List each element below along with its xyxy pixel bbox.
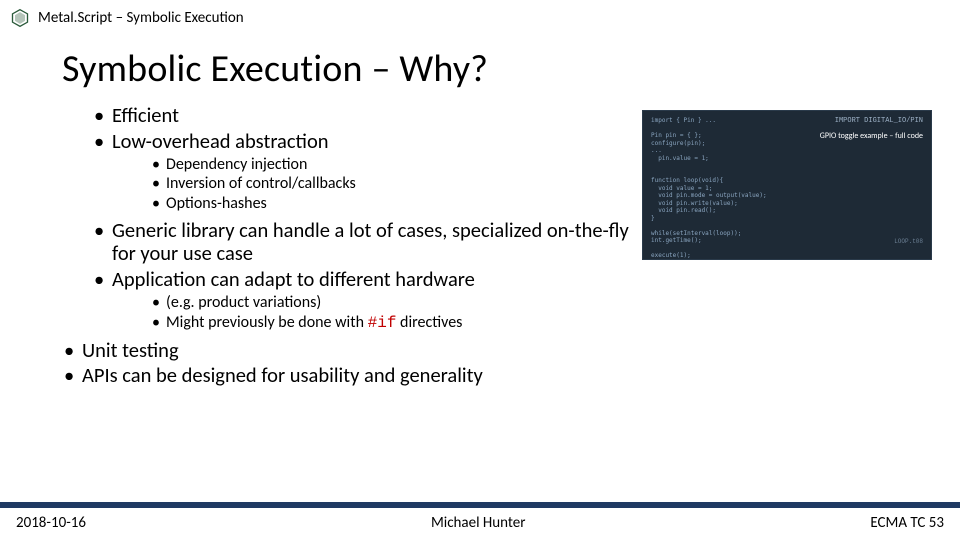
- inline-code: #if: [368, 314, 397, 332]
- bullet-sublist: Dependency injection Inversion of contro…: [152, 155, 634, 213]
- bullet-item: Efficient: [94, 104, 634, 128]
- bullet-subitem: Inversion of control/callbacks: [152, 174, 634, 193]
- footer-rule: [0, 502, 960, 508]
- code-thumb-header: IMPORT DIGITAL_IO/PIN: [835, 117, 923, 126]
- slide: Metal.Script – Symbolic Execution Symbol…: [0, 0, 960, 540]
- bullet-subitem: (e.g. product variations): [152, 293, 634, 312]
- bullet-subitem-text: directives: [396, 313, 462, 332]
- slide-header: Metal.Script – Symbolic Execution: [0, 0, 960, 28]
- slide-title: Symbolic Execution – Why?: [0, 28, 960, 104]
- bullet-subitem: Options-hashes: [152, 194, 634, 213]
- bullet-item: Low-overhead abstraction: [94, 130, 634, 154]
- code-thumb-tag: LOOP.t08: [894, 238, 923, 246]
- bullet-column: Efficient Low-overhead abstraction Depen…: [94, 104, 634, 390]
- footer-author: Michael Hunter: [86, 514, 870, 532]
- footer-date: 2018-10-16: [16, 514, 86, 532]
- bullet-subitem: Dependency injection: [152, 155, 634, 174]
- bullet-item: APIs can be designed for usability and g…: [64, 364, 634, 388]
- slide-body: Efficient Low-overhead abstraction Depen…: [0, 104, 960, 390]
- header-title: Metal.Script – Symbolic Execution: [38, 9, 244, 27]
- code-thumb-callout: GPIO toggle example – full code: [820, 131, 923, 141]
- slide-footer: 2018-10-16 Michael Hunter ECMA TC 53: [0, 502, 960, 540]
- footer-row: 2018-10-16 Michael Hunter ECMA TC 53: [0, 514, 960, 540]
- footer-org: ECMA TC 53: [870, 514, 944, 532]
- bullet-item: Unit testing: [64, 339, 634, 363]
- bullet-list: Efficient Low-overhead abstraction: [94, 104, 634, 153]
- bullet-subitem: Might previously be done with #if direct…: [152, 313, 634, 333]
- code-thumbnail: IMPORT DIGITAL_IO/PIN GPIO toggle exampl…: [642, 110, 932, 260]
- bullet-item: Generic library can handle a lot of case…: [94, 219, 634, 266]
- bullet-item: Application can adapt to different hardw…: [94, 268, 634, 292]
- bullet-list: Unit testing APIs can be designed for us…: [64, 339, 634, 388]
- bullet-sublist: (e.g. product variations) Might previous…: [152, 293, 634, 332]
- bullet-list: Generic library can handle a lot of case…: [94, 219, 634, 292]
- code-thumbnail-column: IMPORT DIGITAL_IO/PIN GPIO toggle exampl…: [634, 104, 934, 390]
- hexagon-logo-icon: [10, 8, 30, 28]
- bullet-subitem-text: Might previously be done with: [166, 313, 368, 332]
